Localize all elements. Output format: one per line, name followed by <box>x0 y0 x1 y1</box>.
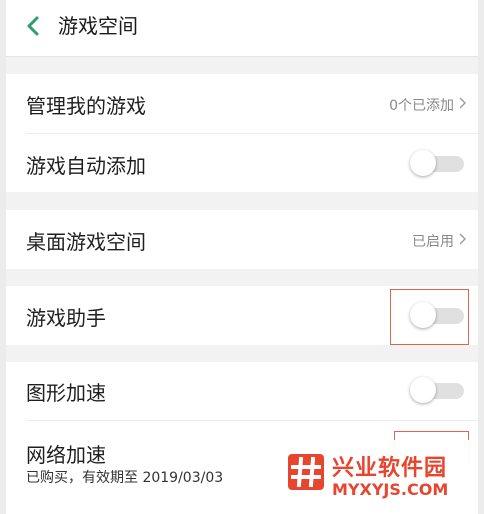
watermark: 兴业软件园 MYXYJS.COM <box>278 440 478 514</box>
hash-logo-icon <box>288 454 324 490</box>
chevron-left-icon[interactable] <box>21 13 47 39</box>
page-title: 游戏空间 <box>58 14 138 38</box>
network-accel-subtext: 已购买，有效期至 2019/03/03 <box>26 470 224 486</box>
desktop-game-space-row[interactable]: 桌面游戏空间 已启用 <box>6 210 478 269</box>
graphics-accel-row: 图形加速 <box>6 362 478 420</box>
manage-games-card: 管理我的游戏 0个已添加 游戏自动添加 <box>6 74 478 192</box>
network-accel-label: 网络加速 <box>26 443 106 467</box>
watermark-title: 兴业软件园 <box>332 456 448 481</box>
game-assistant-label: 游戏助手 <box>26 306 106 330</box>
chevron-right-icon <box>459 97 466 109</box>
toggle-knob <box>410 150 436 176</box>
desktop-card: 桌面游戏空间 已启用 <box>6 210 478 269</box>
auto-add-label: 游戏自动添加 <box>26 154 146 178</box>
my-games-count: 0个已添加 <box>389 98 454 114</box>
auto-add-toggle[interactable] <box>410 150 464 176</box>
auto-add-row: 游戏自动添加 <box>6 134 478 192</box>
top-app-bar: 游戏空间 <box>6 0 478 56</box>
my-games-label: 管理我的游戏 <box>26 94 146 118</box>
my-games-row[interactable]: 管理我的游戏 0个已添加 <box>6 74 478 133</box>
desktop-game-space-label: 桌面游戏空间 <box>26 230 146 254</box>
highlight-box <box>390 289 469 345</box>
graphics-accel-toggle[interactable] <box>410 377 464 403</box>
chevron-right-icon <box>459 233 466 245</box>
toggle-knob <box>410 377 436 403</box>
desktop-game-space-status: 已启用 <box>412 234 454 250</box>
game-space-page: 游戏空间 管理我的游戏 0个已添加 游戏自动添加 桌面游戏空间 已启用 游戏助手… <box>6 0 478 514</box>
watermark-subtitle: MYXYJS.COM <box>332 480 449 499</box>
header-divider <box>6 56 478 57</box>
graphics-accel-label: 图形加速 <box>26 381 106 405</box>
